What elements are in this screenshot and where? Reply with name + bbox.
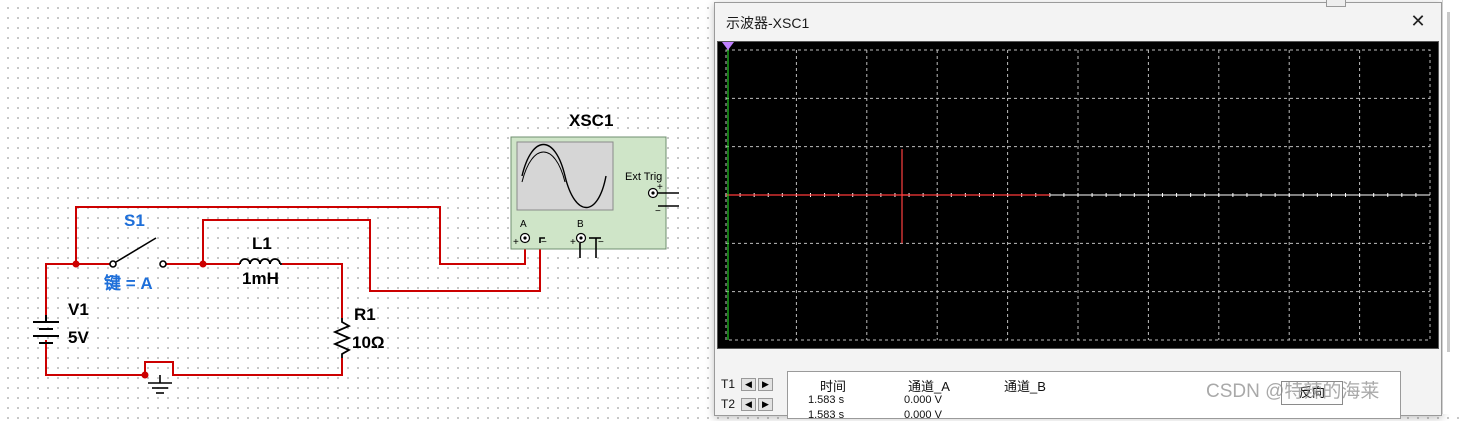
- r1-name-label: R1: [354, 305, 376, 324]
- close-icon: ✕: [1410, 10, 1426, 31]
- oscilloscope-window[interactable]: 示波器-XSC1 ✕ T1 ◀ ▶ T2 ◀ ▶ 时间 通道_A 通道_B 1.…: [714, 2, 1442, 421]
- t1-channel-a-value: 0.000 V: [904, 394, 942, 406]
- ext-trig-minus: −: [655, 206, 661, 217]
- right-edge-scrollbar[interactable]: [1447, 12, 1450, 352]
- scope-display: [722, 42, 1431, 341]
- t2-time-value: 1.583 s: [808, 409, 845, 421]
- cursor-row-t1: T1 ◀ ▶: [721, 377, 775, 391]
- t2-left-arrow-button[interactable]: ◀: [741, 397, 756, 411]
- l1-value-label: 1mH: [242, 269, 279, 288]
- arrow-left-icon: ◀: [745, 378, 752, 389]
- battery-v1[interactable]: [33, 315, 59, 344]
- inductor-l1[interactable]: [239, 258, 282, 265]
- t2-right-arrow-button[interactable]: ▶: [758, 397, 773, 411]
- close-button[interactable]: ✕: [1395, 3, 1441, 39]
- header-channel-b: 通道_B: [1004, 379, 1046, 394]
- t1-left-arrow-button[interactable]: ◀: [741, 377, 756, 391]
- top-edge-tab: [1326, 0, 1346, 7]
- window-titlebar[interactable]: 示波器-XSC1 ✕: [715, 3, 1441, 39]
- cursor-handle-icon: [722, 42, 734, 50]
- scope-instrument-xsc1[interactable]: [510, 136, 679, 258]
- cursor-t2-label: T2: [721, 397, 736, 411]
- channel-a-plus: +: [513, 237, 519, 248]
- channel-b-plus: +: [570, 237, 576, 248]
- header-channel-a: 通道_A: [908, 379, 950, 394]
- ground-symbol: [148, 375, 172, 394]
- t1-right-arrow-button[interactable]: ▶: [758, 377, 773, 391]
- scope-screen[interactable]: [717, 41, 1439, 349]
- s1-key-label: 键 = A: [104, 273, 153, 293]
- channel-b-minus: −: [598, 237, 604, 248]
- channel-a-label: A: [520, 219, 527, 230]
- header-time: 时间: [820, 379, 847, 394]
- cursor-row-t2: T2 ◀ ▶: [721, 397, 775, 411]
- channel-a-minus: −: [541, 237, 547, 248]
- schematic-canvas[interactable]: V1 5V S1 键 = A L1 1mH R1 10Ω XSC1 Ext Tr…: [0, 0, 714, 414]
- arrow-left-icon: ◀: [745, 398, 752, 409]
- l1-name-label: L1: [252, 234, 272, 253]
- t2-channel-a-value: 0.000 V: [904, 409, 942, 421]
- v1-name-label: V1: [68, 300, 89, 319]
- arrow-right-icon: ▶: [762, 398, 769, 409]
- t1-time-value: 1.583 s: [808, 394, 845, 406]
- switch-s1[interactable]: [109, 237, 167, 268]
- watermark-text: CSDN @特辣的海莱: [1206, 381, 1380, 402]
- r1-value-label: 10Ω: [352, 333, 385, 352]
- ext-trig-plus: +: [657, 182, 663, 193]
- channel-b-label: B: [577, 219, 584, 230]
- xsc1-name-label: XSC1: [569, 111, 613, 130]
- right-edge-panel: [1442, 0, 1459, 414]
- resistor-r1[interactable]: [332, 318, 352, 358]
- arrow-right-icon: ▶: [762, 378, 769, 389]
- s1-name-label: S1: [124, 211, 145, 230]
- cursor-t1-label: T1: [721, 377, 736, 391]
- window-title: 示波器-XSC1: [726, 15, 810, 31]
- v1-value-label: 5V: [68, 328, 89, 347]
